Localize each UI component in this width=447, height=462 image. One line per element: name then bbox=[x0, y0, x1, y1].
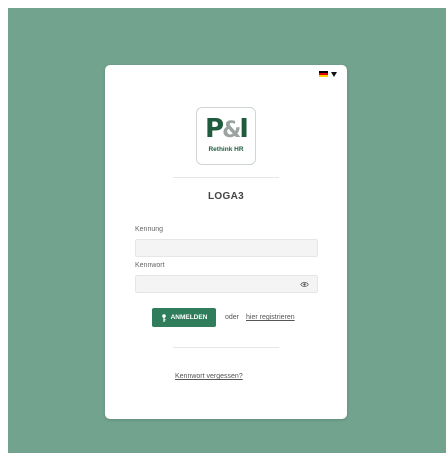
company-logo: P&I Rethink HR bbox=[196, 107, 256, 165]
de-flag-icon bbox=[319, 71, 328, 77]
logo-tagline: Rethink HR bbox=[208, 146, 244, 153]
key-icon bbox=[161, 313, 166, 322]
logo-letter-i: I bbox=[239, 114, 249, 144]
forgot-password-link[interactable]: Kennwort vergessen? bbox=[175, 373, 243, 380]
divider-top bbox=[173, 177, 279, 178]
language-selector[interactable] bbox=[319, 71, 337, 77]
login-card: P&I Rethink HR LOGA3 Kennung Kennwort AN… bbox=[105, 65, 347, 419]
or-text: oder bbox=[225, 314, 240, 321]
logo-ampersand: & bbox=[222, 118, 241, 143]
divider-bottom bbox=[173, 347, 279, 348]
logo-letter-p: P bbox=[205, 114, 224, 144]
username-input[interactable] bbox=[135, 239, 318, 257]
login-button-label: ANMELDEN bbox=[170, 314, 208, 321]
password-input[interactable] bbox=[135, 275, 318, 293]
register-link[interactable]: hier registrieren bbox=[246, 314, 295, 321]
product-name: LOGA3 bbox=[208, 191, 244, 202]
username-label: Kennung bbox=[135, 226, 164, 233]
caret-down-icon bbox=[331, 71, 337, 77]
logo-mark: P&I bbox=[197, 114, 255, 146]
show-password-eye-icon[interactable] bbox=[300, 280, 309, 289]
login-button[interactable]: ANMELDEN bbox=[152, 308, 216, 327]
password-label: Kennwort bbox=[135, 262, 165, 269]
